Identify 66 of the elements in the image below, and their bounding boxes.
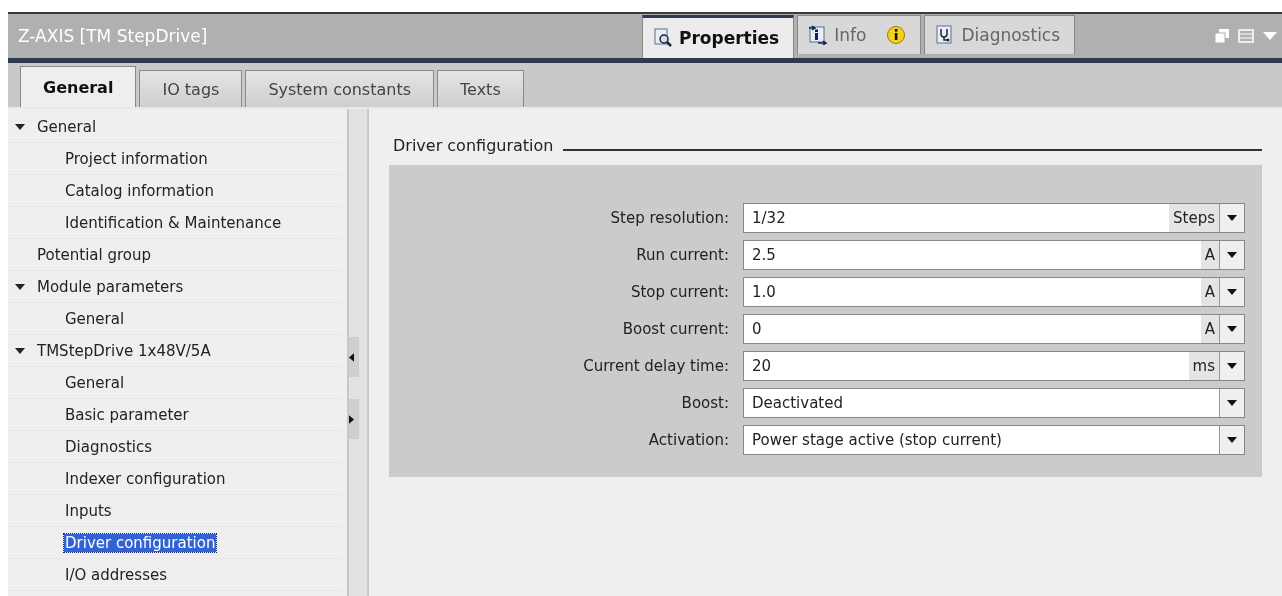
combo-field[interactable]: 1.0 A [743, 277, 1245, 307]
combo-field[interactable]: Power stage active (stop current) [743, 425, 1245, 455]
tree-item[interactable]: Driver configuration [64, 533, 217, 552]
unit-label: A [1200, 241, 1219, 269]
section-title: Driver configuration [393, 136, 554, 155]
dropdown-button[interactable] [1219, 389, 1244, 417]
dropdown-arrow-icon [1227, 437, 1237, 443]
unit-label: ms [1188, 352, 1219, 380]
dropdown-arrow-icon [1227, 400, 1237, 406]
expand-arrow-icon[interactable] [14, 121, 26, 132]
collapse-left-button[interactable] [349, 337, 359, 377]
tree-item[interactable]: General [64, 373, 126, 392]
right-arrow-icon [349, 414, 354, 424]
tree-item[interactable]: Basic parameter [64, 405, 190, 424]
dropdown-button[interactable] [1219, 204, 1244, 232]
tree-item[interactable]: Project information [64, 149, 209, 168]
window-title: Z-AXIS [TM StepDrive] [17, 26, 209, 46]
expand-arrow-icon[interactable] [14, 345, 26, 356]
tree-item[interactable]: Catalog information [64, 181, 215, 200]
dropdown-button[interactable] [1219, 426, 1244, 454]
inspector-tab[interactable]: Info [797, 15, 922, 54]
field-label: Activation: [647, 431, 730, 449]
field-label: Boost current: [621, 320, 730, 338]
dropdown-arrow-icon [1227, 289, 1237, 295]
tree-item[interactable]: TMStepDrive 1x48V/5A [36, 341, 212, 360]
dropdown-button[interactable] [1219, 241, 1244, 269]
info-arrows-icon [808, 25, 829, 45]
dropdown-button[interactable] [1219, 278, 1244, 306]
field-label: Step resolution: [609, 209, 730, 227]
unit-label: Steps [1169, 204, 1219, 232]
tab[interactable]: Texts [437, 70, 524, 107]
tree-item[interactable]: General [64, 309, 126, 328]
tab[interactable]: IO tags [139, 70, 243, 107]
unit-label: A [1200, 315, 1219, 343]
dropdown-arrow-icon [1227, 326, 1237, 332]
dropdown-button[interactable] [1219, 352, 1244, 380]
tree-item[interactable]: Inputs [64, 501, 113, 520]
expand-arrow-icon[interactable] [14, 281, 26, 292]
tab[interactable]: System constants [245, 70, 434, 107]
inspector-tab[interactable]: Properties [642, 15, 795, 58]
tree-item[interactable]: Module parameters [36, 277, 185, 296]
combo-field[interactable]: 20 ms [743, 351, 1245, 381]
combo-field[interactable]: 2.5 A [743, 240, 1245, 270]
dropdown-arrow-icon [1227, 215, 1237, 221]
tree-item[interactable]: Indexer configuration [64, 469, 227, 488]
dropdown-button[interactable] [1219, 315, 1244, 343]
tree-item[interactable]: Diagnostics [64, 437, 154, 456]
expand-right-button[interactable] [349, 399, 359, 439]
combo-field[interactable]: 0 A [743, 314, 1245, 344]
tree-item[interactable]: Potential group [36, 245, 153, 264]
left-arrow-icon [349, 352, 354, 362]
inspector-tab[interactable]: Diagnostics [924, 15, 1076, 54]
dropdown-arrow-icon [1227, 252, 1237, 258]
field-label: Boost: [680, 394, 730, 412]
combo-field[interactable]: Deactivated [743, 388, 1245, 418]
tree-item[interactable]: General [36, 117, 98, 136]
tab[interactable]: General [20, 66, 137, 107]
field-label: Run current: [635, 246, 730, 264]
tree-item[interactable]: I/O addresses [64, 565, 169, 584]
tree-item[interactable]: Identification & Maintenance [64, 213, 283, 232]
combo-field[interactable]: 1/32 Steps [743, 203, 1245, 233]
field-label: Current delay time: [582, 357, 730, 375]
dropdown-arrow-icon [1227, 363, 1237, 369]
unit-label: A [1200, 278, 1219, 306]
magnifier-icon [653, 28, 673, 48]
field-label: Stop current: [629, 283, 730, 301]
